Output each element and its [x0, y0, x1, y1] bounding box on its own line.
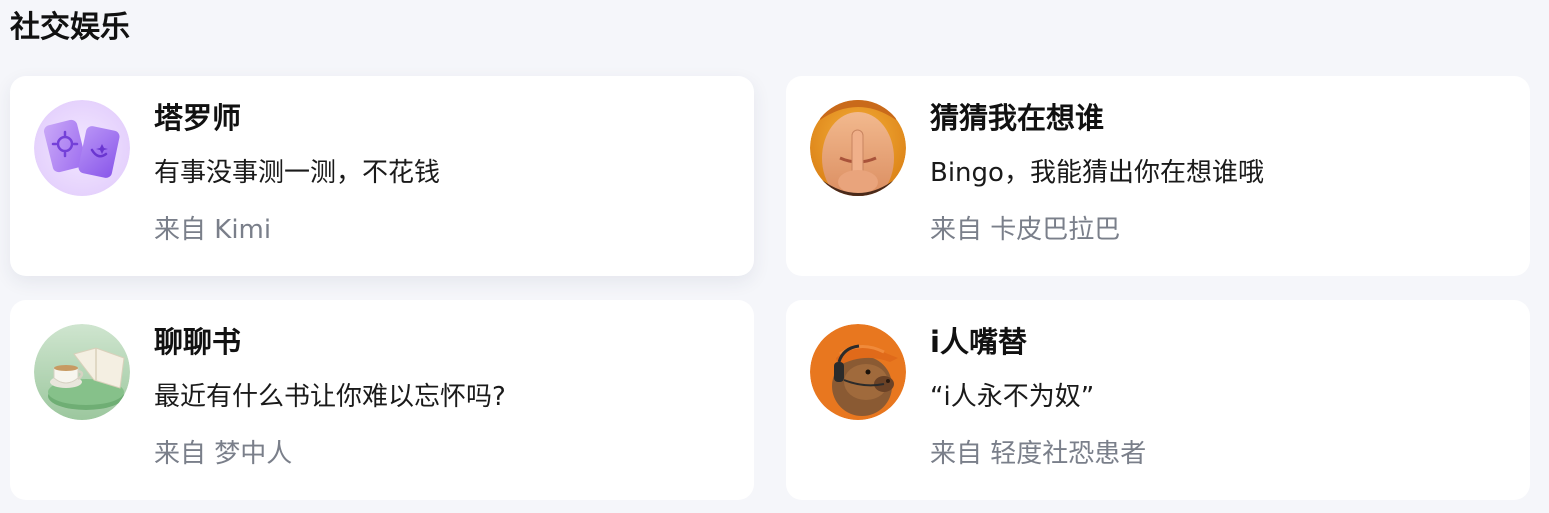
assistant-card-guess-who[interactable]: 猜猜我在想谁 Bingo，我能猜出你在想谁哦 来自 卡皮巴拉巴	[786, 76, 1530, 276]
card-description: “i人永不为奴”	[930, 382, 1095, 412]
tarot-cards-icon	[34, 100, 130, 196]
card-title: 聊聊书	[154, 325, 242, 359]
section-title: 社交娱乐	[10, 10, 130, 45]
assistant-card-tarot[interactable]: 塔罗师 有事没事测一测，不花钱 来自 Kimi	[10, 76, 754, 276]
card-description: 最近有什么书让你难以忘怀吗?	[154, 382, 506, 412]
capybara-headphones-icon	[810, 324, 906, 420]
card-source: 来自 轻度社恐患者	[930, 439, 1147, 469]
assistant-card-introvert[interactable]: i人嘴替 “i人永不为奴” 来自 轻度社恐患者	[786, 300, 1530, 500]
assistant-card-books[interactable]: 聊聊书 最近有什么书让你难以忘怀吗? 来自 梦中人	[10, 300, 754, 500]
card-source: 来自 卡皮巴拉巴	[930, 215, 1121, 245]
card-description: Bingo，我能猜出你在想谁哦	[930, 158, 1264, 188]
assistant-card-grid: 塔罗师 有事没事测一测，不花钱 来自 Kimi 猜猜我在想谁 Bingo，我能猜…	[10, 76, 1530, 500]
card-title: i人嘴替	[930, 325, 1027, 359]
card-title: 猜猜我在想谁	[930, 101, 1105, 135]
shush-person-icon	[810, 100, 906, 196]
card-source: 来自 梦中人	[154, 439, 293, 469]
card-description: 有事没事测一测，不花钱	[154, 158, 441, 188]
book-and-tea-icon	[34, 324, 130, 420]
card-title: 塔罗师	[154, 101, 242, 135]
card-source: 来自 Kimi	[154, 215, 272, 245]
